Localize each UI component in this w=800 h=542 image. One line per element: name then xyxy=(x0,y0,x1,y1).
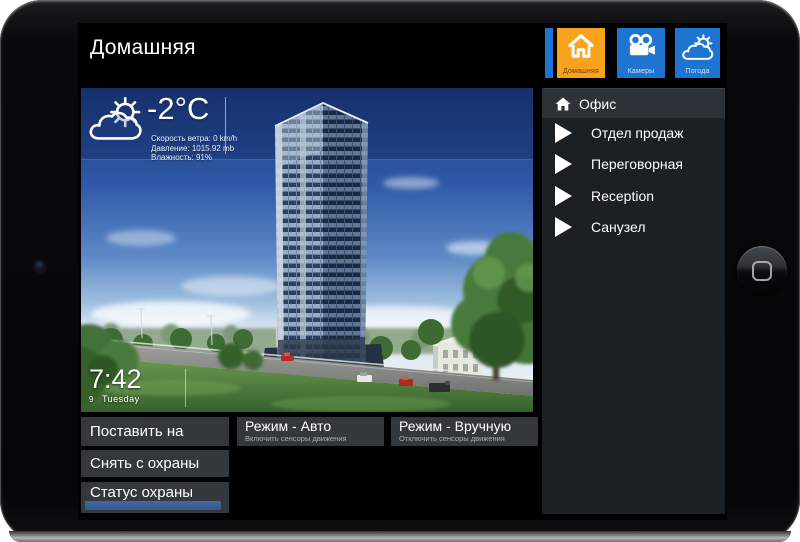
clock-day: 9 xyxy=(89,395,94,404)
sun-cloud-icon xyxy=(87,95,145,145)
screen: Домашняя Домашняя Камеры xyxy=(78,23,727,520)
nav-home-label: Домашняя xyxy=(557,68,605,75)
nav-cameras-label: Камеры xyxy=(617,68,665,75)
tablet-frame: Домашняя Домашняя Камеры xyxy=(0,0,800,542)
building-photo: -2°C Скорость ветра: 0 km/h Давление: 10… xyxy=(81,88,533,412)
nav-button-cameras[interactable]: Камеры xyxy=(617,28,665,78)
play-triangle-icon xyxy=(555,154,572,174)
disarm-button-label: Снять с охраны xyxy=(81,450,229,477)
disarm-button[interactable]: Снять с охраны xyxy=(81,450,229,477)
play-triangle-icon xyxy=(555,186,572,206)
sidebar-item-label: Переговорная xyxy=(591,149,683,180)
sidebar-item-meeting-room[interactable]: Переговорная xyxy=(542,149,725,180)
page-title: Домашняя xyxy=(90,36,196,60)
rooms-sidebar: Офис Отдел продаж Переговорная Reception… xyxy=(542,88,725,514)
arm-button[interactable]: Поставить на охрану xyxy=(81,417,229,446)
mode-manual-button[interactable]: Режим - Вручную Отключить сенсоры движен… xyxy=(391,417,538,446)
sidebar-item-label: Отдел продаж xyxy=(591,118,684,149)
weather-divider xyxy=(225,97,226,154)
sidebar-item-label: Reception xyxy=(591,181,654,212)
sidebar-item-label: Санузел xyxy=(591,212,646,243)
clock-date: 9 Tuesday xyxy=(89,394,142,404)
mode-auto-button[interactable]: Режим - Авто Включить сенсоры движения xyxy=(237,417,384,446)
sidebar-item-reception[interactable]: Reception xyxy=(542,181,725,212)
video-camera-icon xyxy=(626,33,656,58)
play-triangle-icon xyxy=(555,217,572,237)
house-icon xyxy=(555,97,571,111)
mode-manual-label: Режим - Вручную xyxy=(391,417,538,434)
humidity: Влажность: 91% xyxy=(151,153,237,163)
clock-divider xyxy=(185,369,186,407)
home-hardware-button[interactable] xyxy=(737,246,787,296)
sidebar-item-office[interactable]: Офис xyxy=(542,88,725,118)
tablet-bottom-edge xyxy=(9,531,791,542)
nav-weather-label: Погода xyxy=(675,68,720,75)
front-camera xyxy=(33,259,47,273)
building-photo-scene xyxy=(81,88,533,412)
clock-weekday: Tuesday xyxy=(102,394,140,404)
status-button[interactable]: Статус охраны xyxy=(81,482,229,513)
nav-button-home[interactable]: Домашняя xyxy=(557,28,605,78)
mode-manual-subtitle: Отключить сенсоры движения xyxy=(391,434,538,443)
sidebar-item-bathroom[interactable]: Санузел xyxy=(542,212,725,243)
home-button-square-icon xyxy=(752,261,772,281)
temperature-value: -2°C xyxy=(147,91,209,127)
nav-partial-button[interactable] xyxy=(545,28,553,78)
play-triangle-icon xyxy=(555,123,572,143)
sun-cloud-icon xyxy=(681,33,715,63)
sidebar-item-sales[interactable]: Отдел продаж xyxy=(542,118,725,149)
clock-widget: 7:42 9 Tuesday xyxy=(89,365,142,404)
mode-auto-subtitle: Включить сенсоры движения xyxy=(237,434,384,443)
status-progress-bar xyxy=(85,501,221,510)
sidebar-item-label: Офис xyxy=(579,89,616,119)
nav-button-weather[interactable]: Погода xyxy=(675,28,720,78)
house-icon xyxy=(566,33,596,59)
mode-auto-label: Режим - Авто xyxy=(237,417,384,434)
clock-time: 7:42 xyxy=(89,365,142,393)
